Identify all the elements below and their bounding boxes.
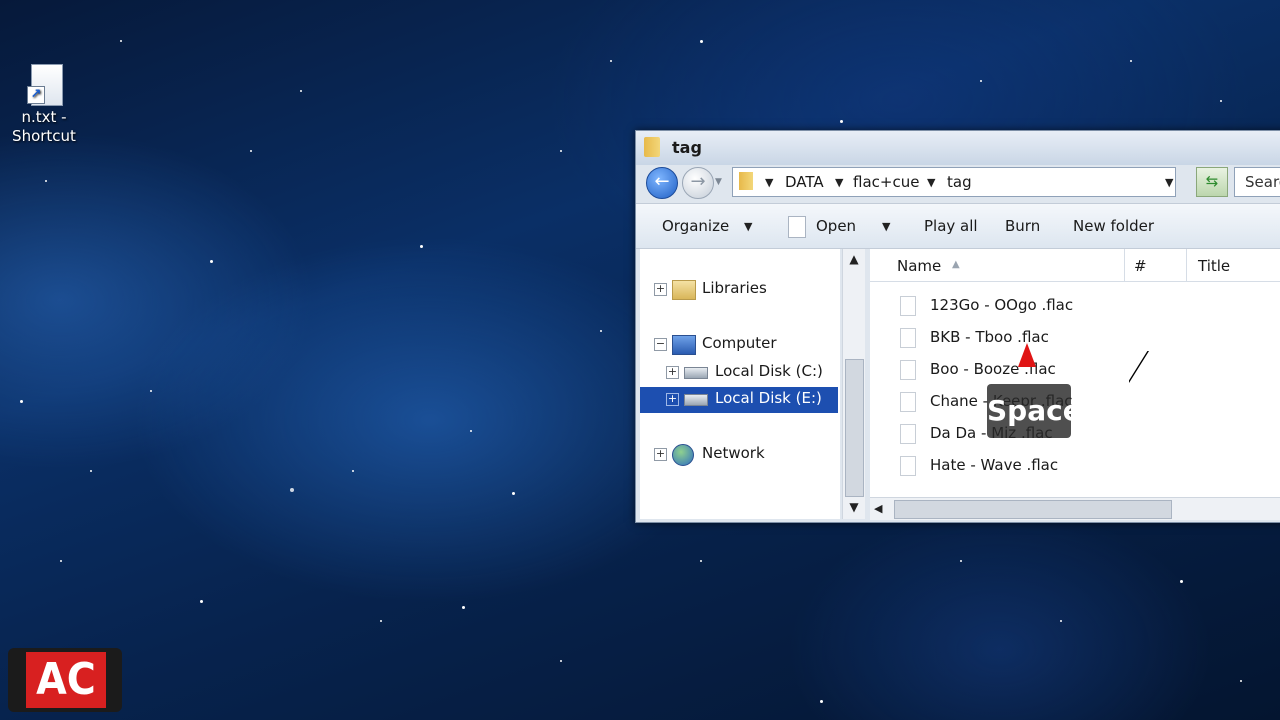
column-header-number[interactable]: #: [1134, 257, 1147, 275]
breadcrumb-chevron-icon[interactable]: ▼: [835, 176, 843, 189]
recent-pages-dropdown-icon[interactable]: ▼: [715, 177, 722, 187]
sort-ascending-icon: ▲: [952, 259, 960, 270]
tree-item-label: Computer: [702, 334, 777, 352]
flac-file-icon: [900, 328, 916, 348]
new-folder-button[interactable]: New folder: [1073, 217, 1154, 235]
open-button[interactable]: Open: [816, 217, 856, 235]
network-icon: [672, 444, 694, 466]
search-input[interactable]: Searc: [1234, 167, 1280, 197]
address-history-dropdown-icon[interactable]: ▼: [1165, 176, 1173, 189]
column-header-name[interactable]: Name: [897, 257, 941, 275]
column-header-row: Name ▲ # Title: [870, 249, 1280, 282]
tree-item-label: Network: [702, 444, 765, 462]
drive-c-icon: [684, 367, 708, 379]
keystroke-hint: Space: [987, 384, 1082, 438]
flac-file-icon: [900, 424, 916, 444]
file-name: Hate - Wave .flac: [930, 456, 1059, 474]
file-list-horizontal-scrollbar[interactable]: ◀: [870, 497, 1280, 520]
breadcrumb-data[interactable]: DATA: [785, 173, 824, 191]
tree-item-libraries[interactable]: + Libraries: [640, 277, 840, 303]
tree-item-label: Local Disk (E:): [715, 389, 822, 407]
flac-file-icon: [900, 296, 916, 316]
collapse-icon[interactable]: −: [654, 338, 667, 351]
scrollbar-thumb[interactable]: [894, 500, 1172, 519]
tree-item-computer[interactable]: − Computer: [640, 332, 840, 358]
expand-icon[interactable]: +: [654, 283, 667, 296]
expand-icon[interactable]: +: [666, 393, 679, 406]
window-titlebar[interactable]: tag: [636, 131, 1280, 165]
folder-icon: [644, 137, 660, 157]
address-bar[interactable]: ▼ DATA ▼ flac+cue ▼ tag ▼: [732, 167, 1176, 197]
breadcrumb-chevron-icon[interactable]: ▼: [765, 176, 773, 189]
open-dropdown-icon[interactable]: ▼: [882, 220, 890, 233]
desktop-shortcut-label-2: Shortcut: [12, 127, 76, 145]
organize-dropdown-icon[interactable]: ▼: [744, 220, 752, 233]
open-file-icon: [788, 216, 806, 238]
tree-item-local-disk-c[interactable]: + Local Disk (C:): [640, 360, 840, 386]
breadcrumb-tag[interactable]: tag: [947, 173, 972, 191]
scroll-up-icon[interactable]: ▲: [844, 249, 864, 269]
red-pointer-arrow-icon: [1018, 343, 1036, 367]
command-bar: Organize ▼ Open ▼ Play all Burn New fold…: [636, 203, 1280, 249]
breadcrumb-chevron-icon[interactable]: ▼: [927, 176, 935, 189]
channel-logo: AC: [8, 648, 122, 712]
forward-arrow-icon[interactable]: →: [682, 167, 714, 199]
scroll-left-icon[interactable]: ◀: [874, 498, 882, 520]
organize-button[interactable]: Organize: [662, 217, 729, 235]
desktop-shortcut-label-1: n.txt -: [21, 108, 67, 126]
nav-pane-scrollbar[interactable]: ▲ ▼: [842, 249, 865, 519]
file-name: Boo - Booze .flac: [930, 360, 1056, 378]
expand-icon[interactable]: +: [666, 366, 679, 379]
text-file-shortcut-icon: ↗: [27, 64, 63, 106]
navigation-pane: + Libraries − Computer + Local Disk (C:)…: [640, 249, 840, 519]
drive-e-icon: [684, 394, 708, 406]
mouse-cursor-icon: [1128, 350, 1148, 382]
column-header-title[interactable]: Title: [1198, 257, 1230, 275]
scroll-down-icon[interactable]: ▼: [844, 497, 864, 517]
logo-text: AC: [26, 652, 106, 708]
tree-item-network[interactable]: + Network: [640, 442, 840, 468]
back-arrow-icon[interactable]: ←: [646, 167, 678, 199]
breadcrumb-flac-cue[interactable]: flac+cue: [853, 173, 919, 191]
tree-item-label: Local Disk (C:): [715, 362, 823, 380]
tree-item-local-disk-e[interactable]: + Local Disk (E:): [640, 387, 838, 413]
burn-button[interactable]: Burn: [1005, 217, 1040, 235]
scrollbar-thumb[interactable]: [845, 359, 864, 497]
flac-file-icon: [900, 360, 916, 380]
explorer-window[interactable]: tag ← → ▼ ▼ DATA ▼ flac+cue ▼ tag ▼ ⇆ Se…: [635, 130, 1280, 523]
flac-file-icon: [900, 392, 916, 412]
search-placeholder: Searc: [1245, 173, 1280, 191]
play-all-button[interactable]: Play all: [924, 217, 978, 235]
file-list-pane: Name ▲ # Title 123Go - OOgo .flac BKB - …: [870, 249, 1280, 497]
desktop-shortcut[interactable]: ↗ n.txt - Shortcut: [4, 64, 84, 146]
expand-icon[interactable]: +: [654, 448, 667, 461]
address-row: ← → ▼ ▼ DATA ▼ flac+cue ▼ tag ▼ ⇆ Searc: [640, 165, 1280, 199]
file-name: 123Go - OOgo .flac: [930, 296, 1074, 314]
flac-file-icon: [900, 456, 916, 476]
address-folder-icon: [739, 172, 753, 190]
refresh-icon[interactable]: ⇆: [1196, 167, 1228, 197]
window-title: tag: [672, 138, 702, 157]
tree-item-label: Libraries: [702, 279, 767, 297]
libraries-icon: [672, 280, 696, 300]
computer-icon: [672, 335, 696, 355]
